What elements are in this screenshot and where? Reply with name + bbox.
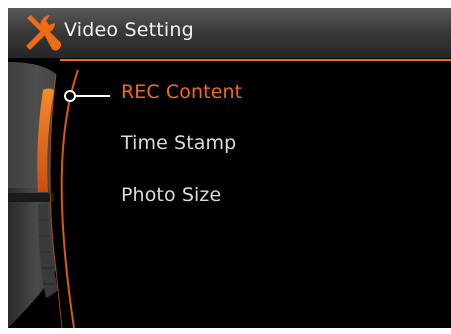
menu-dial[interactable] <box>8 8 451 328</box>
selection-indicator-dot <box>64 90 76 102</box>
menu-item-rec-content[interactable]: REC Content <box>121 81 242 103</box>
dial-orange-arc <box>60 69 79 328</box>
camera-menu-screen: Video Setting REC Content Time Stamp Pho… <box>0 0 451 334</box>
menu-item-photo-size[interactable]: Photo Size <box>121 184 221 206</box>
dial-ridge <box>8 193 54 202</box>
menu-item-time-stamp[interactable]: Time Stamp <box>121 132 236 154</box>
menu-panel: Video Setting REC Content Time Stamp Pho… <box>8 8 451 328</box>
